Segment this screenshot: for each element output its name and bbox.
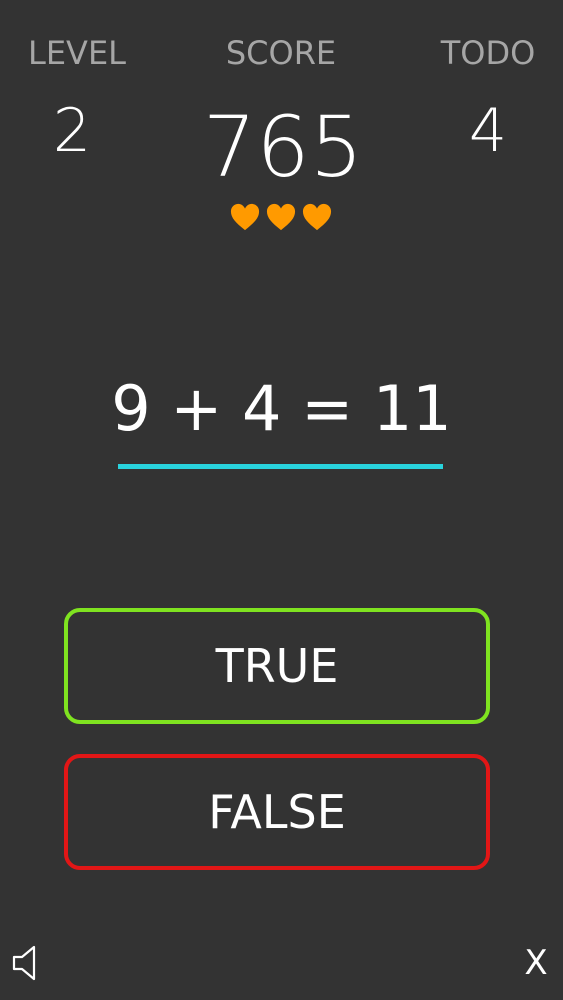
- false-button-label: FALSE: [208, 785, 346, 839]
- todo-value: 4: [468, 96, 508, 166]
- true-button[interactable]: TRUE: [64, 608, 490, 724]
- heart-icon: [266, 203, 296, 231]
- false-button[interactable]: FALSE: [64, 754, 490, 870]
- true-button-label: TRUE: [215, 639, 339, 693]
- todo-label: TODO: [440, 34, 536, 72]
- level-label: LEVEL: [28, 34, 126, 72]
- score-label: SCORE: [225, 34, 337, 72]
- lives-indicator: [230, 202, 332, 234]
- close-button[interactable]: X: [518, 942, 554, 984]
- level-value: 2: [52, 96, 92, 166]
- heart-icon: [230, 203, 260, 231]
- speaker-icon[interactable]: [12, 944, 38, 982]
- score-value: 765: [202, 98, 364, 196]
- equation-text: 9 + 4 = 11: [111, 372, 452, 445]
- heart-icon: [302, 203, 332, 231]
- equation-underline: [118, 464, 443, 469]
